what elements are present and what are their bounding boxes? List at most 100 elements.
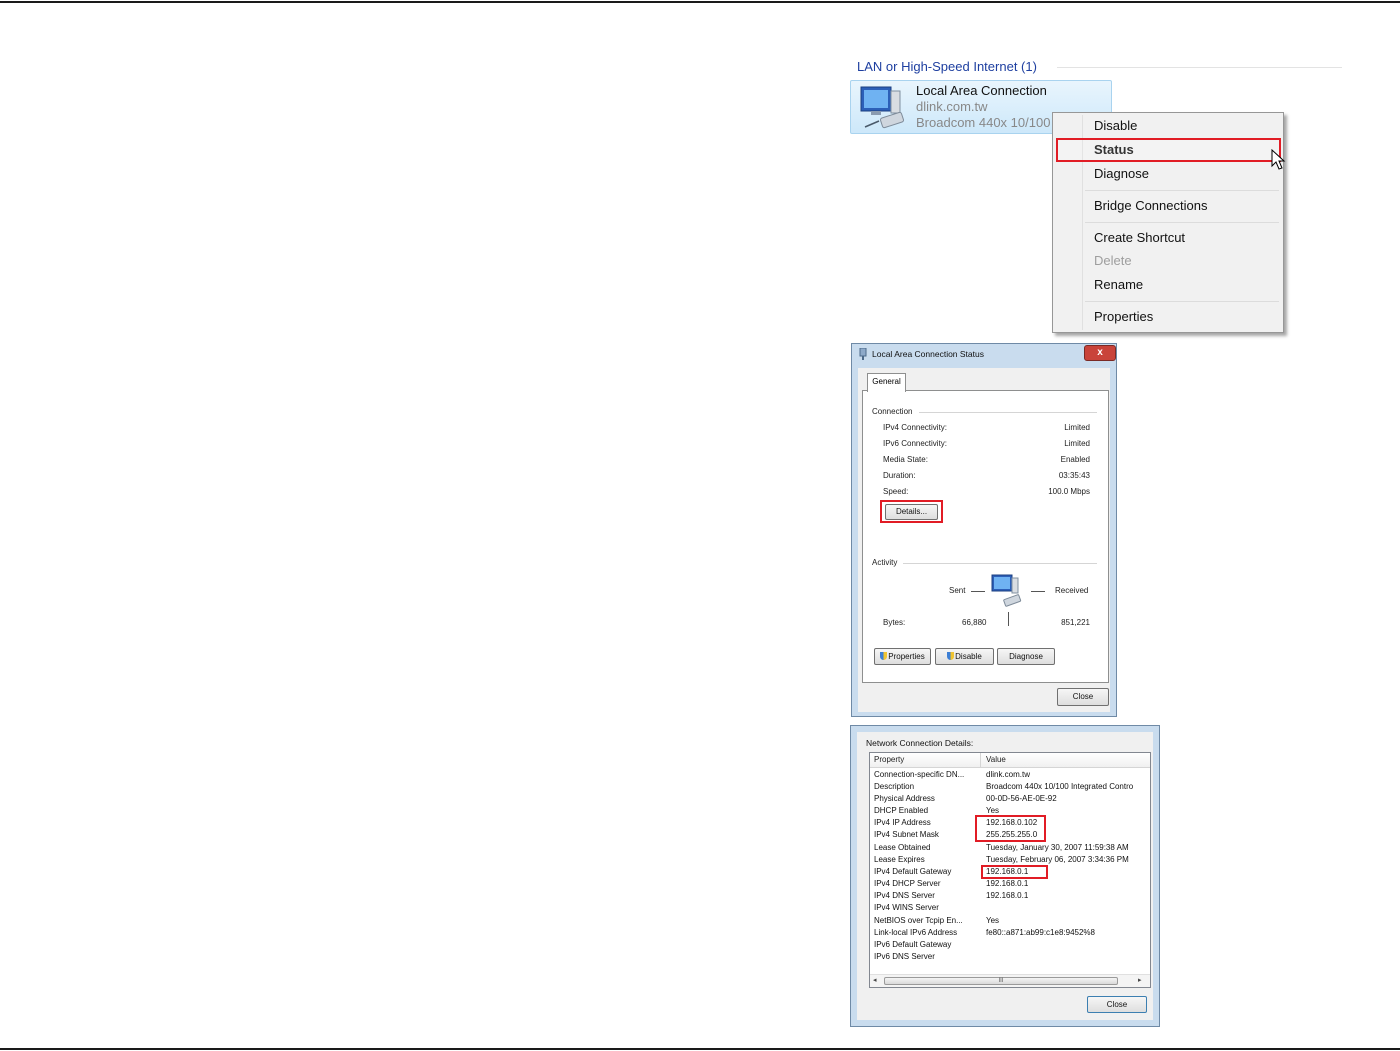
ipv4-connectivity-label: IPv4 Connectivity: — [883, 423, 948, 432]
connection-name: Local Area Connection — [916, 83, 1047, 98]
column-separator[interactable] — [980, 753, 981, 767]
dialog-title: Local Area Connection Status — [872, 349, 984, 359]
bytes-divider — [1008, 612, 1009, 626]
sent-line — [971, 591, 985, 592]
menu-item-rename[interactable]: Rename — [1094, 277, 1143, 292]
connection-adapter: Broadcom 440x 10/100 — [916, 115, 1051, 130]
group-line — [919, 412, 1097, 413]
ip-subnet-highlight-box — [975, 815, 1046, 842]
network-status-icon — [991, 574, 1022, 607]
properties-button-label: Properties — [888, 652, 925, 661]
menu-separator — [1085, 301, 1279, 302]
status-highlight-box — [1056, 138, 1281, 162]
bytes-sent-value: 66,880 — [962, 618, 987, 627]
property-cell: IPv6 Default Gateway — [874, 940, 952, 949]
diagnose-button[interactable]: Diagnose — [997, 648, 1055, 665]
menu-item-properties[interactable]: Properties — [1094, 309, 1153, 324]
menu-separator — [1085, 222, 1279, 223]
value-cell: 192.168.0.1 — [986, 879, 1029, 888]
page-bottom-rule — [0, 1048, 1400, 1050]
sent-label: Sent — [949, 586, 966, 595]
scroll-left-icon[interactable]: ◂ — [873, 976, 877, 984]
media-state-label: Media State: — [883, 455, 928, 464]
property-cell: IPv4 Subnet Mask — [874, 830, 939, 839]
property-cell: NetBIOS over Tcpip En... — [874, 916, 963, 925]
bytes-label: Bytes: — [883, 618, 906, 627]
property-cell: Lease Expires — [874, 855, 925, 864]
network-connections-panel: LAN or High-Speed Internet (1) Local Are… — [845, 55, 1345, 342]
context-menu: Disable Status Diagnose Bridge Connectio… — [1052, 112, 1286, 333]
received-label: Received — [1055, 586, 1089, 595]
connection-group-label: Connection — [872, 407, 913, 416]
property-cell: IPv6 DNS Server — [874, 952, 935, 961]
bytes-received-value: 851,221 — [1061, 618, 1090, 627]
group-line — [903, 563, 1097, 564]
close-button[interactable]: Close — [1057, 688, 1109, 706]
properties-button[interactable]: Properties — [874, 648, 931, 665]
list-header: Property Value — [870, 753, 1150, 768]
property-cell: Lease Obtained — [874, 843, 931, 852]
duration-value: 03:35:43 — [1058, 471, 1090, 480]
dialog-client-area: Network Connection Details: Property Val… — [857, 732, 1153, 1020]
column-header-property[interactable]: Property — [874, 755, 904, 764]
menu-item-create-shortcut[interactable]: Create Shortcut — [1094, 230, 1185, 245]
details-highlight-box — [880, 500, 943, 523]
value-cell: fe80::a871:ab99:c1e8:9452%8 — [986, 928, 1095, 937]
speed-label: Speed: — [883, 487, 909, 496]
property-cell: Physical Address — [874, 794, 935, 803]
status-dialog-window: Local Area Connection Status x Connectio… — [851, 343, 1117, 717]
scroll-thumb[interactable]: III — [884, 977, 1118, 985]
property-cell: Link-local IPv6 Address — [874, 928, 958, 937]
duration-label: Duration: — [883, 471, 916, 480]
ipv6-connectivity-value: Limited — [1064, 439, 1090, 448]
value-cell: Broadcom 440x 10/100 Integrated Contro — [986, 782, 1134, 791]
details-caption: Network Connection Details: — [866, 738, 974, 748]
property-cell: DHCP Enabled — [874, 806, 929, 815]
value-cell: Yes — [986, 806, 1000, 815]
media-state-value: Enabled — [1060, 455, 1090, 464]
close-icon[interactable]: x — [1084, 345, 1116, 361]
menu-item-bridge-connections[interactable]: Bridge Connections — [1094, 198, 1207, 213]
menu-item-delete: Delete — [1094, 253, 1132, 268]
network-status-icon — [859, 348, 867, 360]
network-adapter-icon — [860, 86, 904, 129]
mouse-cursor-icon — [1271, 149, 1286, 170]
property-cell: IPv4 IP Address — [874, 818, 931, 827]
gateway-highlight-box — [981, 865, 1048, 879]
group-header: LAN or High-Speed Internet (1) — [857, 59, 1037, 74]
property-cell: Connection-specific DN... — [874, 770, 965, 779]
details-dialog-window: Network Connection Details: Property Val… — [850, 725, 1160, 1027]
property-cell: IPv4 DNS Server — [874, 891, 935, 900]
value-cell: dlink.com.tw — [986, 770, 1031, 779]
received-line — [1031, 591, 1045, 592]
menu-item-diagnose[interactable]: Diagnose — [1094, 166, 1149, 181]
speed-value: 100.0 Mbps — [1048, 487, 1090, 496]
horizontal-scrollbar[interactable]: ◂ III ▸ — [870, 974, 1150, 987]
disable-button-label: Disable — [955, 652, 982, 661]
value-cell: Tuesday, January 30, 2007 11:59:38 AM — [986, 843, 1129, 852]
close-button[interactable]: Close — [1087, 996, 1147, 1013]
ipv4-connectivity-value: Limited — [1064, 423, 1090, 432]
page-top-rule — [0, 1, 1400, 3]
ipv6-connectivity-label: IPv6 Connectivity: — [883, 439, 948, 448]
details-list[interactable]: Property Value Connection-specific DN...… — [869, 752, 1151, 988]
connection-domain: dlink.com.tw — [916, 99, 988, 114]
value-cell: 00-0D-56-AE-0E-92 — [986, 794, 1057, 803]
value-cell: Yes — [986, 916, 1000, 925]
property-cell: IPv4 WINS Server — [874, 903, 939, 912]
property-cell: IPv4 Default Gateway — [874, 867, 952, 876]
scroll-right-icon[interactable]: ▸ — [1138, 976, 1142, 984]
tab-page-general: Connection IPv4 Connectivity: Limited IP… — [862, 390, 1109, 683]
property-cell: IPv4 DHCP Server — [874, 879, 941, 888]
disable-button[interactable]: Disable — [935, 648, 994, 665]
dialog-client-area: Connection IPv4 Connectivity: Limited IP… — [858, 368, 1110, 712]
shield-icon — [947, 652, 955, 660]
menu-separator — [1085, 190, 1279, 191]
activity-group-label: Activity — [872, 558, 898, 567]
value-cell: Tuesday, February 06, 2007 3:34:36 PM — [986, 855, 1129, 864]
menu-item-disable[interactable]: Disable — [1094, 118, 1137, 133]
shield-icon — [880, 652, 888, 660]
tab-general[interactable]: General — [867, 373, 906, 392]
property-cell: Description — [874, 782, 915, 791]
column-header-value[interactable]: Value — [986, 755, 1006, 764]
